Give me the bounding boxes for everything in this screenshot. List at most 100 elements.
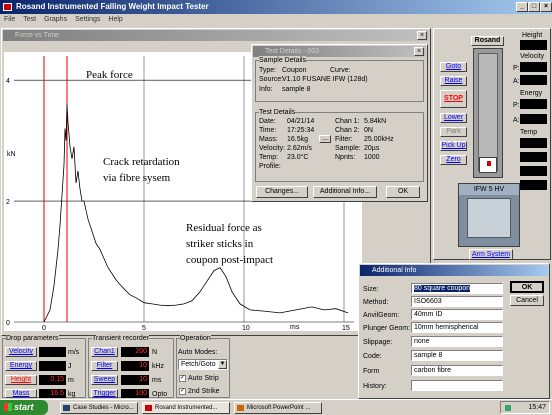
y-tick-label-0: 4 (6, 78, 10, 85)
task-rosand-label: Rosand Instrumented... (155, 405, 218, 411)
mass-param-button[interactable]: Mass (5, 389, 37, 398)
plunger-geom-field[interactable]: 10mm hemispherical (411, 322, 503, 333)
additional-info-button[interactable]: Additional Info... (313, 186, 377, 198)
filter-button[interactable]: Filter (91, 361, 118, 371)
sample-label: Sample: (335, 145, 361, 152)
anvil-geom-field[interactable]: 40mm ID (411, 309, 503, 320)
task-case-studies[interactable]: Case Studies - Micro... (60, 402, 138, 414)
test-details-title: Test Details - 003 (265, 48, 320, 55)
changes-button[interactable]: Changes... (256, 186, 308, 198)
stop-label: STOP (444, 95, 463, 102)
curve-label: Curve: (330, 67, 351, 74)
chevron-down-icon[interactable]: ▼ (218, 360, 227, 369)
x-tick-label-3: 15 (342, 325, 350, 331)
network-icon[interactable] (505, 405, 511, 411)
trigger-button[interactable]: Trigger (91, 389, 118, 398)
type-value: Coupon (282, 67, 307, 74)
minimize-icon[interactable]: _ (516, 2, 528, 12)
mass-ellipsis-button[interactable]: ... (319, 135, 331, 143)
size-field[interactable]: 80 square coupon (411, 283, 503, 294)
velocity-a-label: A: (513, 78, 520, 85)
info-label: Info: (259, 86, 273, 93)
second-strike-checkbox[interactable]: ✓ (179, 388, 186, 395)
velocity-param-button[interactable]: Velocity (5, 347, 37, 357)
park-button[interactable]: Park (440, 127, 467, 137)
test-details-header: Test Details (259, 108, 296, 117)
info-value: sample 8 (282, 86, 311, 93)
task-rosand[interactable]: Rosand Instrumented... (142, 402, 230, 414)
close-icon[interactable]: × (417, 31, 427, 40)
test-details-ok-button[interactable]: OK (386, 186, 420, 198)
clock: 15:47 (528, 404, 546, 411)
powerpoint-icon (237, 405, 244, 411)
code-label: Code: (363, 353, 382, 360)
energy-param-unit: J (68, 363, 72, 370)
stop-button[interactable]: STOP (440, 90, 467, 108)
chan2-label: Chan 2: (335, 127, 360, 134)
date-value: 04/21/14 (287, 118, 315, 125)
app-icon (3, 3, 12, 11)
close-icon[interactable]: × (540, 2, 552, 12)
menu-graphs[interactable]: Graphs (44, 16, 67, 23)
velocity-readout-label: Velocity (520, 53, 545, 60)
source-label: Source: (259, 76, 284, 83)
size-value: 80 square coupon (414, 285, 471, 292)
method-field[interactable]: ISO6603 (411, 296, 503, 307)
arm-system-button[interactable]: Arm System (469, 249, 513, 260)
trigger-setting-value: 100 (121, 389, 149, 398)
menu-help[interactable]: Help (108, 16, 122, 23)
rosand-icon (145, 405, 152, 411)
lower-button[interactable]: Lower (440, 113, 467, 123)
history-label: History: (363, 383, 387, 390)
taskbar: start Case Studies - Micro... Rosand Ins… (0, 399, 552, 415)
filter-label: Filter: (335, 136, 353, 143)
filter-value: 25.00kHz (364, 136, 394, 143)
raise-button[interactable]: Raise (440, 76, 467, 86)
velocity-value: 2.62m/s (287, 145, 312, 152)
menu-file[interactable]: File (4, 16, 15, 23)
pick-up-button[interactable]: Pick Up (440, 141, 467, 151)
auto-strip-checkbox[interactable]: ✓ (179, 375, 186, 382)
time-label: Time: (259, 127, 277, 134)
height-param-button[interactable]: Height (5, 375, 37, 385)
x-tick-label-2: 10 (242, 325, 250, 331)
sweep-setting-value: 10 (121, 375, 149, 385)
chan2-value: 0N (364, 127, 373, 134)
mass-label: Mass: (259, 136, 278, 143)
chan1-label: Chan 1: (335, 118, 360, 125)
x-tick-label-0: 0 (42, 325, 46, 331)
velocity-p-readout (520, 62, 547, 72)
history-field[interactable] (411, 380, 503, 391)
auto-modes-label: Auto Modes: (178, 349, 218, 356)
filter-button-label: Filter (96, 362, 113, 369)
zero-button[interactable]: Zero (440, 155, 467, 165)
rosand-button[interactable]: Rosand (471, 36, 504, 46)
task-powerpoint[interactable]: Microsoft PowerPoint ... (234, 402, 322, 414)
energy-param-button[interactable]: Energy (5, 361, 37, 371)
additional-info-ok-button[interactable]: OK (510, 281, 544, 293)
energy-param-label: Energy (9, 362, 33, 369)
close-icon[interactable]: × (414, 47, 424, 56)
menu-test[interactable]: Test (23, 16, 36, 23)
chan1-button[interactable]: Chan1 (91, 347, 118, 357)
maximize-icon[interactable]: □ (528, 2, 540, 12)
code-field[interactable]: sample 8 (411, 350, 503, 361)
chan1-setting-unit: N (152, 349, 158, 356)
goto-button[interactable]: Goto (440, 62, 467, 72)
auto-mode-select[interactable]: Fetch/Goto ▼ (178, 359, 228, 370)
sweep-button-label: Sweep (93, 376, 116, 383)
transient-header: Transient recorder (92, 334, 149, 343)
arm-system-label: Arm System (471, 251, 511, 258)
filter-setting-unit: kHz (152, 363, 165, 370)
sweep-button[interactable]: Sweep (91, 375, 118, 385)
form-field[interactable]: carbon fibre (411, 365, 503, 376)
height-param-unit: m (68, 377, 74, 384)
additional-info-cancel-button[interactable]: Cancel (510, 295, 544, 306)
menu-settings[interactable]: Settings (75, 16, 100, 23)
pick-up-label: Pick Up (441, 142, 466, 149)
slippage-field[interactable]: none (411, 336, 503, 347)
trigger-setting-unit: Opto (152, 391, 168, 398)
y-unit-label: kN (7, 151, 16, 158)
annotation-crack-1: Crack retardation (103, 156, 180, 168)
start-button[interactable]: start (0, 400, 48, 415)
